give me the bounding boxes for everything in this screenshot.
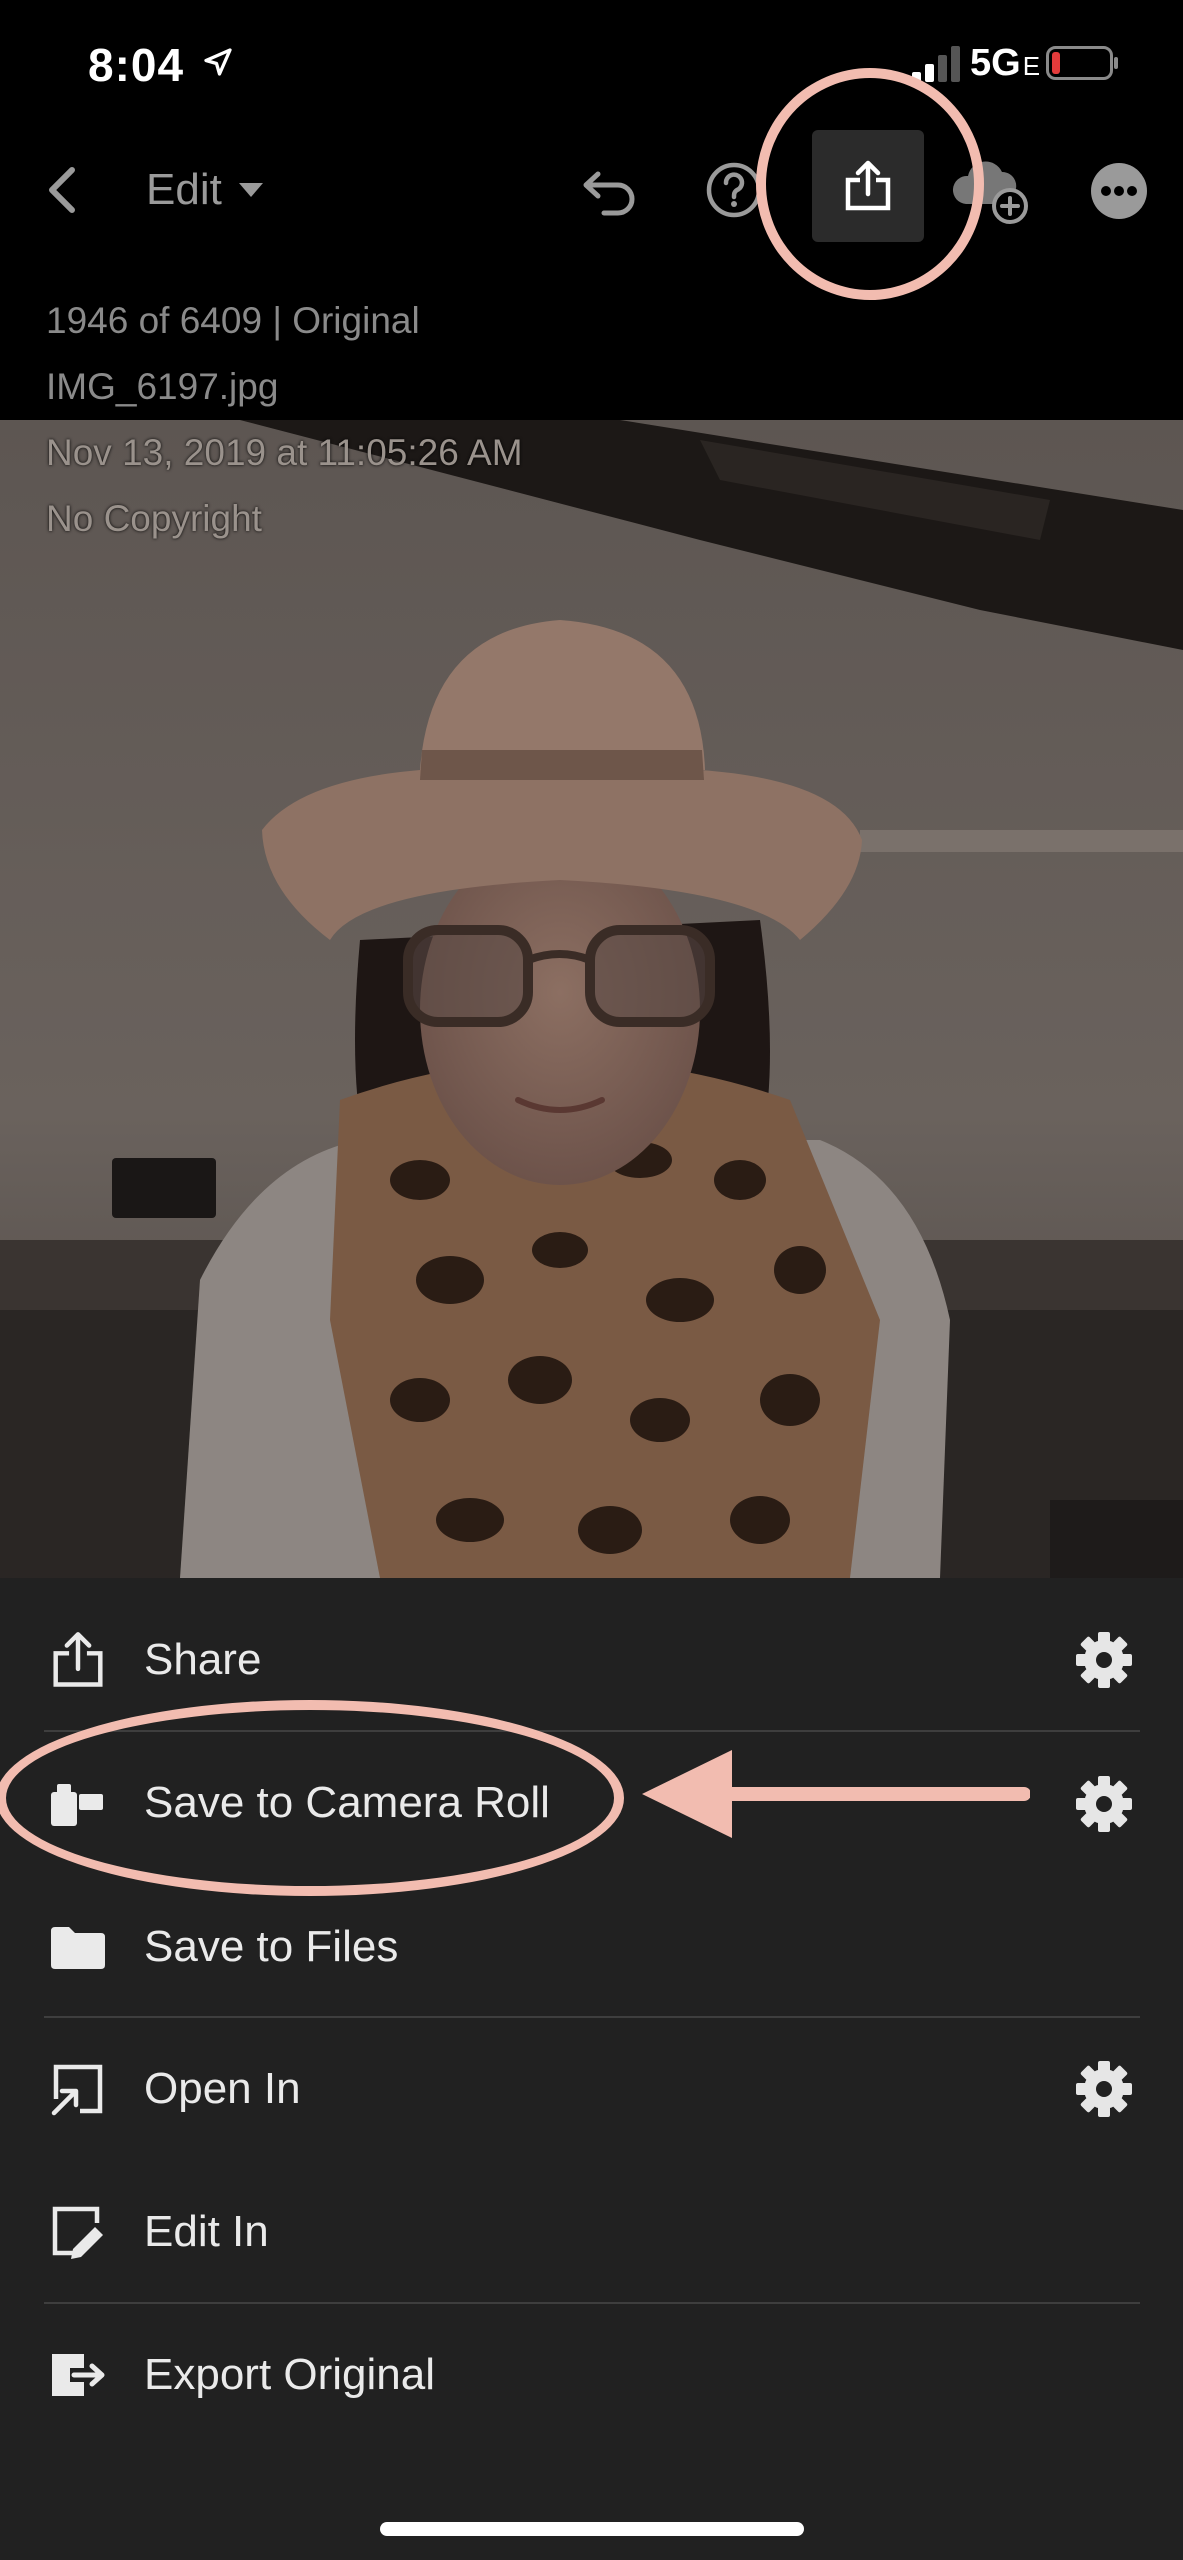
top-toolbar: Edit	[0, 130, 1183, 250]
location-arrow-icon	[204, 48, 232, 76]
network-label: 5GE	[970, 42, 1041, 84]
undo-button[interactable]	[578, 160, 642, 224]
back-button[interactable]	[30, 158, 94, 222]
photo-image	[0, 420, 1183, 1578]
share-icon	[46, 1628, 110, 1692]
undo-icon	[583, 171, 635, 216]
open-in-icon	[46, 2057, 110, 2121]
chevron-down-icon	[238, 183, 263, 197]
status-bar: 8:04 5GE	[0, 0, 1183, 130]
camera-roll-icon	[46, 1771, 110, 1835]
cloud-add-icon	[952, 161, 1028, 224]
menu-item-save-to-files[interactable]: Save to Files	[0, 1877, 1183, 2017]
gear-icon[interactable]	[1074, 2059, 1134, 2119]
photo-copyright: No Copyright	[46, 498, 262, 539]
battery-icon	[1046, 46, 1118, 80]
share-button[interactable]	[812, 130, 924, 242]
photo-date: Nov 13, 2019 at 11:05:26 AM	[46, 432, 523, 473]
export-icon	[46, 2343, 110, 2407]
menu-item-label: Open In	[144, 2064, 301, 2113]
menu-item-export-original[interactable]: Export Original	[0, 2305, 1183, 2445]
help-button[interactable]	[702, 158, 766, 222]
menu-item-save-to-camera-roll[interactable]: Save to Camera Roll	[0, 1733, 1183, 1873]
photo-preview[interactable]	[0, 420, 1183, 1578]
photo-counter: 1946 of 6409 | Original	[46, 300, 420, 341]
menu-item-label: Save to Files	[144, 1922, 399, 1971]
signal-icon	[912, 46, 960, 82]
gear-icon[interactable]	[1074, 1630, 1134, 1690]
cloud-add-button[interactable]	[950, 156, 1034, 226]
menu-item-open-in[interactable]: Open In	[0, 2019, 1183, 2159]
back-icon	[49, 167, 75, 213]
folder-icon	[46, 1915, 110, 1979]
divider	[44, 2302, 1140, 2304]
menu-item-label: Share	[144, 1635, 262, 1684]
menu-item-edit-in[interactable]: Edit In	[0, 2162, 1183, 2302]
menu-item-share[interactable]: Share	[0, 1590, 1183, 1730]
more-button[interactable]	[1088, 160, 1150, 222]
divider	[44, 2016, 1140, 2018]
edit-label: Edit	[146, 165, 222, 214]
divider	[44, 1730, 1140, 1732]
menu-item-label: Save to Camera Roll	[144, 1778, 550, 1827]
menu-item-label: Edit In	[144, 2207, 269, 2256]
status-time: 8:04	[88, 39, 185, 91]
photo-filename: IMG_6197.jpg	[46, 366, 279, 407]
help-icon	[706, 162, 762, 218]
menu-item-label: Export Original	[144, 2350, 436, 2399]
edit-in-icon	[46, 2200, 110, 2264]
home-indicator[interactable]	[380, 2522, 804, 2536]
share-icon	[845, 160, 891, 211]
more-icon	[1091, 163, 1147, 219]
edit-dropdown[interactable]: Edit	[146, 160, 264, 220]
gear-icon[interactable]	[1074, 1774, 1134, 1834]
